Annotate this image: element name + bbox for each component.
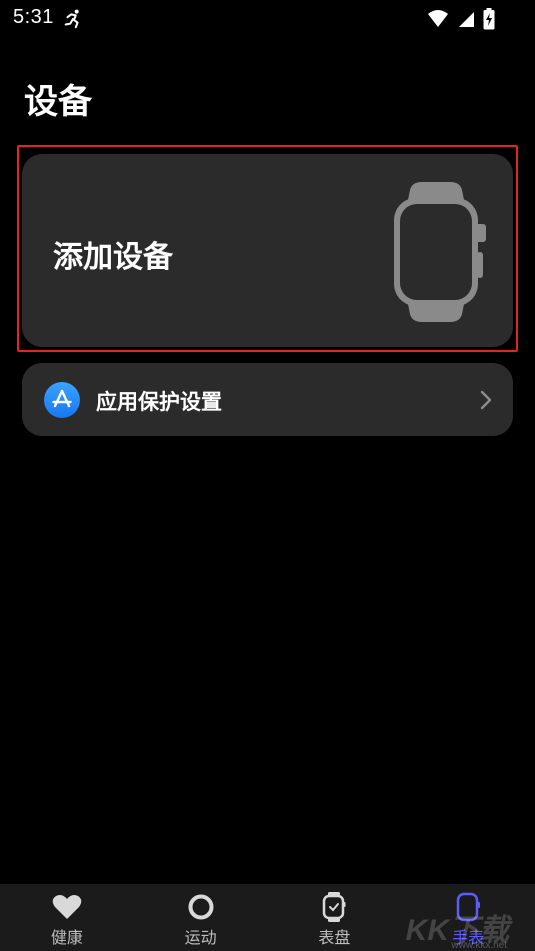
watermark-url: www.kkx.net [451, 940, 507, 951]
chevron-right-icon [480, 390, 492, 410]
tab-activity-label: 运动 [184, 928, 217, 947]
smartwatch-icon [394, 182, 486, 322]
ring-icon [186, 892, 216, 922]
add-device-card[interactable]: 添加设备 [22, 154, 513, 347]
tab-health-label: 健康 [50, 928, 83, 947]
tab-health[interactable]: 健康 [0, 884, 134, 951]
tab-activity[interactable]: 运动 [134, 884, 268, 951]
status-bar: 5:31 [0, 0, 535, 38]
heart-icon [52, 892, 82, 922]
signal-icon [459, 12, 474, 27]
wifi-icon [428, 10, 448, 27]
battery-charging-icon [483, 8, 495, 30]
watch-face-icon [319, 892, 349, 922]
status-icons [427, 8, 495, 30]
status-time: 5:31 [13, 6, 54, 28]
tab-watch-faces-label: 表盘 [318, 928, 351, 947]
add-device-label: 添加设备 [53, 240, 173, 275]
running-icon [64, 9, 79, 29]
tab-watch-faces[interactable]: 表盘 [268, 884, 402, 951]
page-title: 设备 [24, 82, 92, 122]
app-protection-settings-label: 应用保护设置 [96, 390, 222, 414]
app-protection-settings-row[interactable]: 应用保护设置 [22, 363, 513, 436]
app-store-icon [44, 382, 80, 418]
